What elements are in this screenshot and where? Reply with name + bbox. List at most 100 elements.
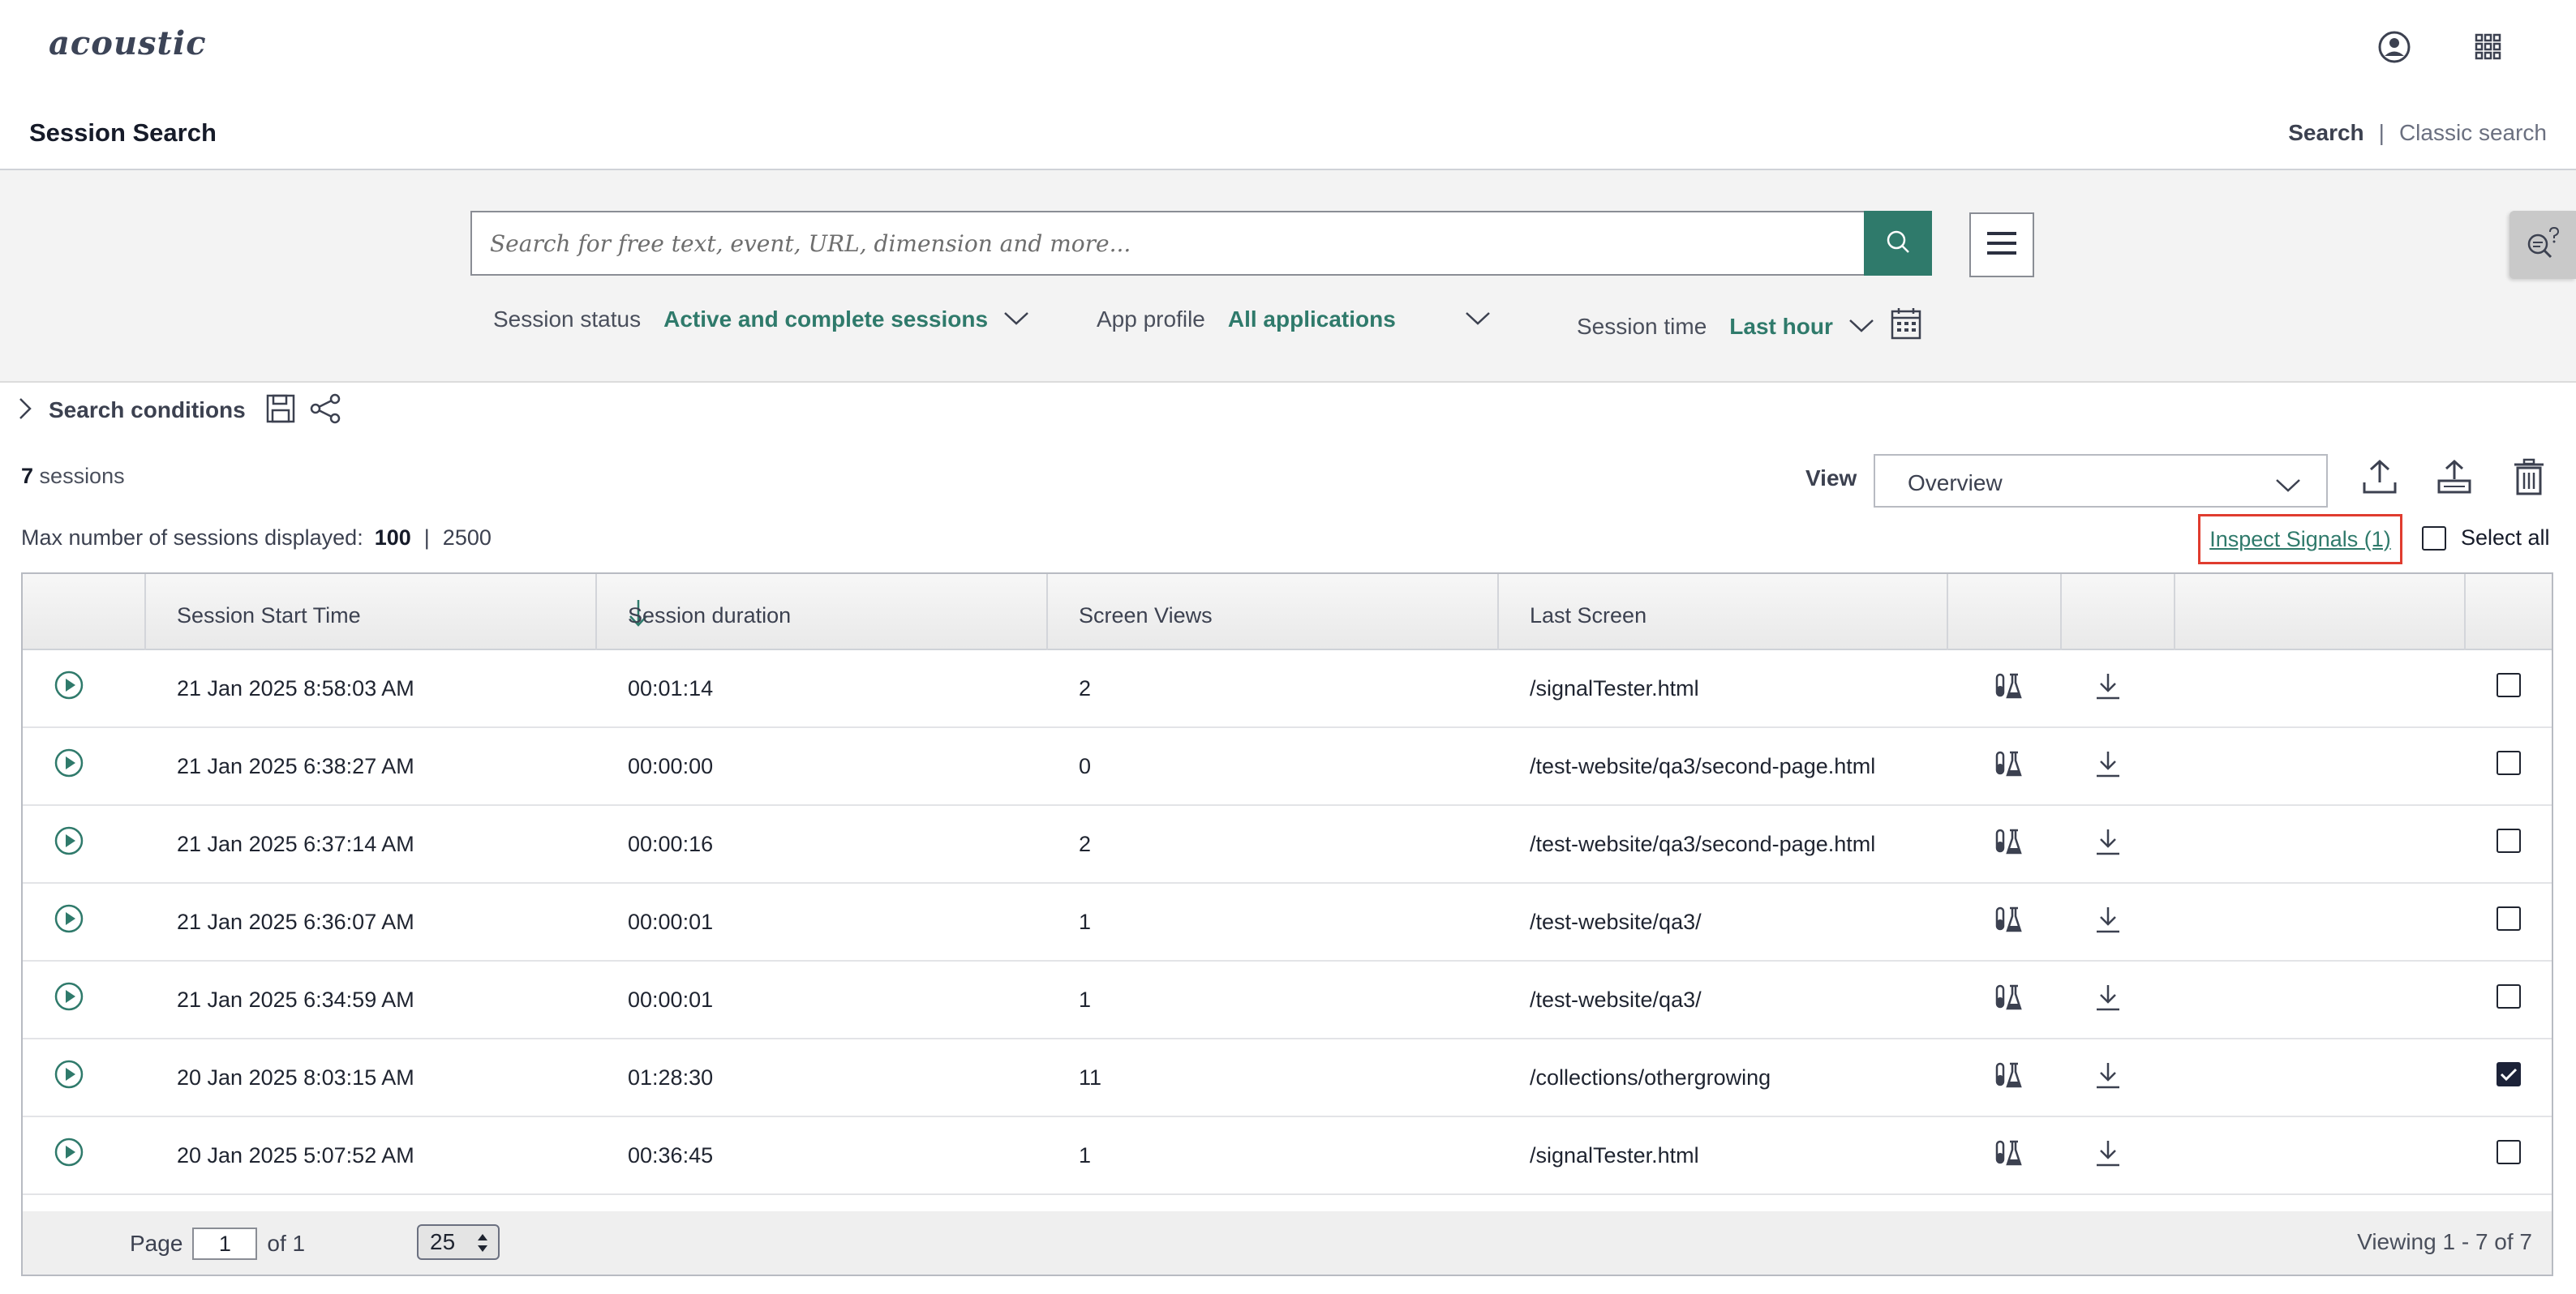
- session-count-number: 7: [21, 464, 34, 488]
- last-screen: /test-website/qa3/second-page.html: [1530, 754, 1876, 778]
- play-circle-icon[interactable]: [54, 981, 84, 1018]
- screen-views: 2: [1079, 832, 1092, 856]
- row-select-checkbox[interactable]: [2497, 906, 2521, 931]
- app-profile-label: App profile: [1097, 306, 1205, 332]
- download-icon[interactable]: [2094, 827, 2122, 862]
- search-menu-button[interactable]: [1969, 212, 2034, 277]
- download-icon[interactable]: [2094, 983, 2122, 1018]
- max-sessions-option-100[interactable]: 100: [375, 525, 411, 550]
- inspect-signals-highlight: Inspect Signals (1): [2198, 514, 2402, 564]
- session-status-filter[interactable]: Session status Active and complete sessi…: [493, 306, 1030, 332]
- download-icon[interactable]: [2094, 749, 2122, 784]
- play-circle-icon[interactable]: [54, 903, 84, 940]
- app-profile-filter[interactable]: App profile All applications: [1097, 306, 1492, 332]
- row-select-checkbox[interactable]: [2497, 829, 2521, 853]
- view-select[interactable]: Overview: [1874, 454, 2328, 508]
- table-row[interactable]: 21 Jan 2025 6:34:59 AM 00:00:01 1 /test-…: [23, 962, 2552, 1039]
- session-start-time: 21 Jan 2025 6:37:14 AM: [177, 832, 414, 856]
- search-input[interactable]: [472, 212, 1867, 274]
- download-icon[interactable]: [2094, 671, 2122, 706]
- row-select-checkbox[interactable]: [2497, 1062, 2521, 1086]
- page-size-select[interactable]: 25: [417, 1224, 500, 1260]
- lab-flask-icon[interactable]: [1994, 749, 2023, 784]
- header-label: Session duration: [628, 603, 792, 628]
- select-all[interactable]: Select all: [2422, 525, 2550, 551]
- chevron-down-icon[interactable]: [1464, 306, 1492, 332]
- checkmark-icon: [2500, 1062, 2518, 1087]
- session-duration: 00:01:14: [628, 676, 714, 701]
- header-screen-views[interactable]: Screen Views: [1048, 574, 1499, 650]
- user-circle-icon[interactable]: [2376, 29, 2412, 65]
- download-icon[interactable]: [2094, 1138, 2122, 1173]
- app-profile-value[interactable]: All applications: [1228, 306, 1396, 332]
- lab-flask-icon[interactable]: [1994, 671, 2023, 706]
- last-screen: /collections/othergrowing: [1530, 1065, 1771, 1090]
- session-duration: 00:00:01: [628, 910, 714, 934]
- download-icon[interactable]: [2094, 905, 2122, 940]
- last-screen: /test-website/qa3/: [1530, 910, 1702, 934]
- page-number-input[interactable]: [192, 1228, 258, 1260]
- session-start-time: 20 Jan 2025 5:07:52 AM: [177, 1143, 414, 1168]
- table-row[interactable]: 21 Jan 2025 6:36:07 AM 00:00:01 1 /test-…: [23, 884, 2552, 962]
- header-label: Session Start Time: [177, 603, 361, 628]
- session-status-value[interactable]: Active and complete sessions: [663, 306, 988, 332]
- screen-views: 0: [1079, 754, 1092, 778]
- play-circle-icon[interactable]: [54, 748, 84, 784]
- lab-flask-icon[interactable]: [1994, 1138, 2023, 1173]
- row-select-checkbox[interactable]: [2497, 751, 2521, 775]
- last-screen: /test-website/qa3/: [1530, 988, 1702, 1012]
- table-header: Session Start Time Session duration Scre…: [23, 574, 2552, 650]
- lab-flask-icon[interactable]: [1994, 1060, 2023, 1095]
- chevron-right-icon[interactable]: [18, 396, 32, 425]
- save-icon[interactable]: [265, 393, 296, 428]
- play-circle-icon[interactable]: [54, 1137, 84, 1173]
- upload-icon[interactable]: [2432, 454, 2477, 499]
- last-screen: /test-website/qa3/second-page.html: [1530, 832, 1876, 856]
- session-time-value[interactable]: Last hour: [1729, 314, 1833, 340]
- header-spacer-column: [2175, 574, 2466, 650]
- lab-flask-icon[interactable]: [1994, 983, 2023, 1018]
- header-session-start-time[interactable]: Session Start Time: [146, 574, 647, 650]
- app-grid-icon[interactable]: [2471, 29, 2506, 65]
- table-row[interactable]: 20 Jan 2025 8:03:15 AM 01:28:30 11 /coll…: [23, 1039, 2552, 1117]
- row-select-checkbox[interactable]: [2497, 984, 2521, 1009]
- search-mode-link[interactable]: Search: [2288, 120, 2363, 145]
- lab-flask-icon[interactable]: [1994, 905, 2023, 940]
- header-last-screen[interactable]: Last Screen: [1499, 574, 1948, 650]
- session-time-filter[interactable]: Session time Last hour: [1577, 306, 1922, 346]
- play-circle-icon[interactable]: [54, 670, 84, 706]
- page-total-label: of 1: [267, 1231, 306, 1256]
- trash-icon[interactable]: [2506, 454, 2552, 499]
- table-row[interactable]: 21 Jan 2025 6:37:14 AM 00:00:16 2 /test-…: [23, 806, 2552, 884]
- share-icon[interactable]: [309, 393, 341, 428]
- table-row[interactable]: 21 Jan 2025 8:58:03 AM 00:01:14 2 /signa…: [23, 650, 2552, 728]
- screen-views: 1: [1079, 1143, 1092, 1168]
- classic-search-link[interactable]: Classic search: [2399, 120, 2547, 145]
- search-mode-separator: |: [2378, 120, 2385, 145]
- viewing-range: Viewing 1 - 7 of 7: [2357, 1229, 2532, 1254]
- search-button[interactable]: [1864, 211, 1932, 276]
- search-conditions-toggle[interactable]: Search conditions: [49, 397, 246, 423]
- play-circle-icon[interactable]: [54, 825, 84, 862]
- row-select-checkbox[interactable]: [2497, 1140, 2521, 1164]
- export-icon[interactable]: [2357, 454, 2402, 499]
- select-all-checkbox[interactable]: [2422, 525, 2446, 551]
- lab-flask-icon[interactable]: [1994, 827, 2023, 862]
- acoustic-logo[interactable]: acoustic: [49, 24, 207, 62]
- search-help-tab[interactable]: [2509, 211, 2576, 279]
- header-session-duration[interactable]: Session duration: [597, 574, 1048, 650]
- row-select-checkbox[interactable]: [2497, 673, 2521, 697]
- chevron-down-icon[interactable]: [1002, 306, 1030, 332]
- calendar-icon[interactable]: [1890, 306, 1922, 346]
- table-row[interactable]: 20 Jan 2025 5:07:52 AM 00:36:45 1 /signa…: [23, 1117, 2552, 1195]
- play-circle-icon[interactable]: [54, 1059, 84, 1095]
- select-arrows-icon: [477, 1232, 488, 1259]
- chevron-down-icon[interactable]: [1848, 314, 1875, 340]
- max-sessions-option-2500[interactable]: 2500: [443, 525, 492, 550]
- download-icon[interactable]: [2094, 1060, 2122, 1095]
- pager: Page of 1: [130, 1228, 305, 1260]
- table-row[interactable]: 21 Jan 2025 6:38:27 AM 00:00:00 0 /test-…: [23, 728, 2552, 806]
- session-count: 7 sessions: [21, 464, 125, 489]
- inspect-signals-link[interactable]: Inspect Signals (1): [2209, 527, 2391, 552]
- screen-views: 1: [1079, 910, 1092, 934]
